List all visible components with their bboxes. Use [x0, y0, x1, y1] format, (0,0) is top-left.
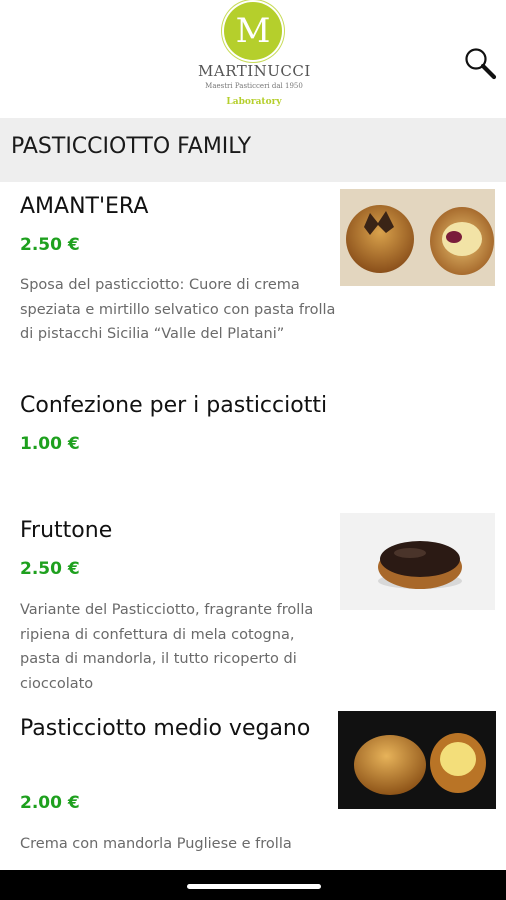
product-description: Crema con mandorla Pugliese e frolla: [20, 836, 292, 852]
logo-badge: M: [224, 2, 282, 60]
product-description: Variante del Pasticciotto, fragrante fro…: [20, 602, 314, 692]
product-name[interactable]: Fruttone: [20, 513, 112, 548]
product-image-pasticciotto-vegano[interactable]: [338, 711, 496, 809]
product-price: 2.50 €: [20, 235, 80, 255]
product-price: 2.50 €: [20, 559, 80, 579]
product-name[interactable]: Confezione per i pasticciotti: [20, 388, 327, 423]
brand-logo[interactable]: M MARTINUCCI Maestri Pasticceri dal 1950…: [198, 0, 310, 112]
product-image-amantera[interactable]: [340, 189, 495, 286]
system-navigation-bar: [0, 870, 506, 900]
product-name[interactable]: Pasticciotto medio vegano: [20, 711, 320, 746]
product-image-fruttone[interactable]: [340, 513, 495, 610]
product-price: 1.00 €: [20, 434, 80, 454]
category-header: PASTICCIOTTO FAMILY: [0, 118, 506, 182]
logo-brand-name: MARTINUCCI: [198, 62, 311, 80]
home-indicator[interactable]: [187, 884, 321, 889]
app-header: M MARTINUCCI Maestri Pasticceri dal 1950…: [0, 0, 506, 118]
product-description: Sposa del pasticciotto: Cuore di crema s…: [20, 277, 336, 342]
product-name[interactable]: AMANT'ERA: [20, 189, 148, 224]
product-price: 2.00 €: [20, 793, 80, 813]
logo-tagline: Maestri Pasticceri dal 1950: [205, 82, 303, 90]
category-title: PASTICCIOTTO FAMILY: [11, 134, 252, 159]
search-icon: [465, 48, 497, 80]
search-button[interactable]: [462, 45, 500, 83]
logo-laboratory: Laboratory: [226, 97, 282, 107]
